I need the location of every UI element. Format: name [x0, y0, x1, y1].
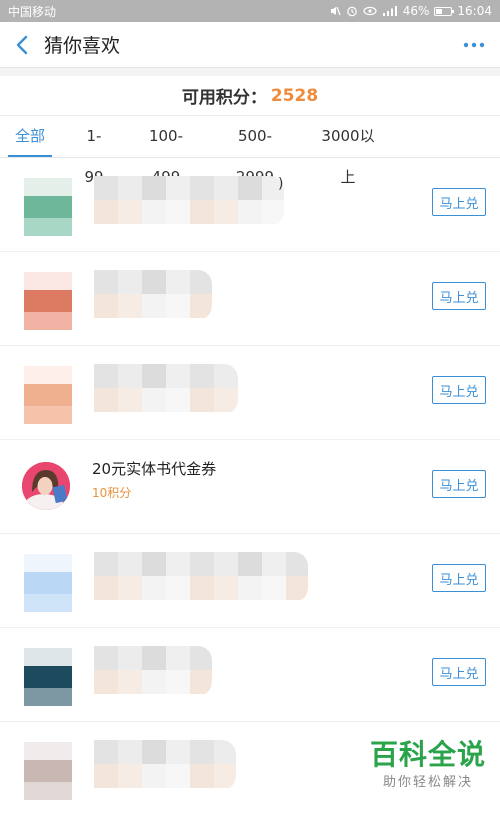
title-fragment: ): [278, 176, 284, 192]
section-divider: [0, 68, 500, 76]
item-thumbnail: [24, 178, 72, 236]
battery-fill: [436, 8, 443, 14]
item-thumbnail: [24, 554, 72, 612]
item-title: 20元实体书代金券: [92, 460, 217, 478]
battery-icon: [434, 6, 455, 16]
back-icon[interactable]: [2, 22, 42, 68]
header-bar: 猜你喜欢: [0, 22, 500, 68]
blurred-item-text: [94, 552, 308, 602]
redeem-button[interactable]: 马上兑: [432, 188, 486, 216]
watermark-logo: 百科全说: [369, 738, 486, 771]
item-thumbnail: [24, 366, 72, 424]
redeem-button[interactable]: 马上兑: [432, 470, 486, 498]
blurred-item-text: [94, 740, 236, 790]
list-item[interactable]: 马上兑: [0, 346, 500, 440]
blurred-item-text: [94, 646, 212, 696]
price-range-tabs: 全部 1-99 100-499 500-2999 3000以上: [0, 116, 500, 186]
blurred-item-text: [94, 270, 212, 320]
item-points: 10积分: [92, 486, 132, 500]
points-value: 2528: [270, 85, 319, 106]
clock-time: 16:04: [457, 4, 492, 18]
points-label: 可用积分：: [181, 88, 267, 108]
available-points-bar: 可用积分： 2528: [0, 76, 500, 116]
list-item[interactable]: 马上兑: [0, 534, 500, 628]
tab-1-99[interactable]: 1-99: [78, 116, 110, 186]
watermark: 百科全说 助你轻松解决: [369, 738, 486, 791]
more-icon[interactable]: [462, 36, 486, 54]
watermark-slogan: 助你轻松解决: [382, 775, 473, 790]
signal-icon: [382, 6, 397, 16]
redeem-button[interactable]: 马上兑: [432, 658, 486, 686]
redeem-button[interactable]: 马上兑: [432, 282, 486, 310]
item-avatar: [22, 462, 70, 510]
alarm-icon: [346, 6, 357, 17]
eye-icon: [363, 6, 377, 16]
item-thumbnail: [24, 742, 72, 800]
carrier-name: 中国移动: [8, 4, 57, 19]
item-thumbnail: [24, 648, 72, 706]
status-bar: 中国移动 46% 16:04: [0, 0, 500, 22]
status-indicators: 46% 16:04: [329, 4, 492, 18]
list-item[interactable]: ) 马上兑: [0, 158, 500, 252]
tab-100-499[interactable]: 100-499: [137, 116, 195, 186]
blurred-item-text: [94, 176, 284, 226]
list-item[interactable]: 马上兑: [0, 628, 500, 722]
blurred-item-text: [94, 364, 238, 414]
tab-3000-plus[interactable]: 3000以上: [315, 116, 381, 186]
mute-icon: [330, 6, 341, 16]
item-thumbnail: [24, 272, 72, 330]
tab-500-2999[interactable]: 500-2999: [222, 116, 288, 186]
tab-all[interactable]: 全部: [8, 116, 52, 157]
battery-percent: 46%: [402, 4, 430, 18]
page-title: 猜你喜欢: [44, 35, 121, 57]
list-item[interactable]: 马上兑: [0, 252, 500, 346]
redeem-button[interactable]: 马上兑: [432, 376, 486, 404]
redeem-button[interactable]: 马上兑: [432, 564, 486, 592]
list-item[interactable]: 20元实体书代金券 10积分 马上兑: [0, 440, 500, 534]
